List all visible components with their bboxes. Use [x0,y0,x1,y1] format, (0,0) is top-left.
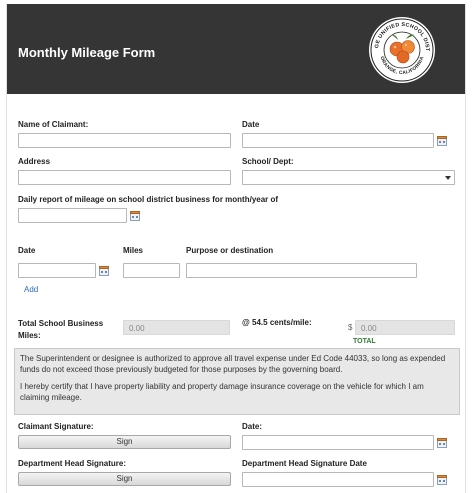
school-dept-label: School/ Dept: [242,157,294,166]
date-label: Date [242,120,260,129]
entry-purpose-header: Purpose or destination [186,246,274,255]
calendar-icon[interactable] [437,475,447,485]
calendar-icon[interactable] [99,266,109,276]
total-miles-value: 0.00 [123,320,230,335]
calendar-icon[interactable] [437,438,447,448]
certification-notice: The Superintendent or designee is author… [14,348,460,415]
address-input[interactable] [18,170,231,185]
calendar-icon[interactable] [130,211,140,221]
entry-miles-input[interactable] [123,263,180,278]
form-container: Monthly Mileage Form ORANGE UNIFIED SCHO… [6,4,466,493]
dept-head-date-input[interactable] [242,472,434,487]
entry-date-header: Date [18,246,36,255]
dollar-sign: $ [348,323,353,332]
dept-head-date-label: Department Head Signature Date [242,459,367,468]
date-input[interactable] [242,133,434,148]
claimant-name-input[interactable] [18,133,231,148]
claimant-signature-label: Claimant Signature: [18,422,94,431]
notice-paragraph-insurance: I hereby certify that I have property li… [20,382,424,402]
claimant-sign-button[interactable]: Sign [18,435,231,449]
total-miles-label: Total School Business Miles: [18,319,104,340]
daily-report-label: Daily report of mileage on school distri… [18,195,279,204]
form-title: Monthly Mileage Form [18,45,156,60]
entry-miles-header: Miles [123,246,144,255]
address-label: Address [18,157,51,166]
entry-purpose-input[interactable] [186,263,417,278]
claimant-name-label: Name of Claimant: [18,120,89,129]
month-year-input[interactable] [18,208,127,223]
school-dept-select[interactable] [242,170,455,185]
form-header: Monthly Mileage Form ORANGE UNIFIED SCHO… [7,4,465,94]
chevron-down-icon [445,176,451,180]
total-caption: TOTAL [353,338,376,345]
claimant-date-label: Date: [242,422,263,431]
entry-date-input[interactable] [18,263,96,278]
notice-paragraph-approval: The Superintendent or designee is author… [20,354,446,374]
add-entry-link[interactable]: Add [24,285,38,294]
school-district-logo: ORANGE UNIFIED SCHOOL DISTRICT ORANGE, C… [368,16,435,83]
claimant-date-input[interactable] [242,435,434,450]
rate-label: @ 54.5 cents/mile: [242,318,312,327]
total-amount-value: 0.00 [355,320,455,335]
dept-head-signature-label: Department Head Signature: [18,459,127,468]
dept-head-sign-button[interactable]: Sign [18,472,231,486]
calendar-icon[interactable] [437,136,447,146]
